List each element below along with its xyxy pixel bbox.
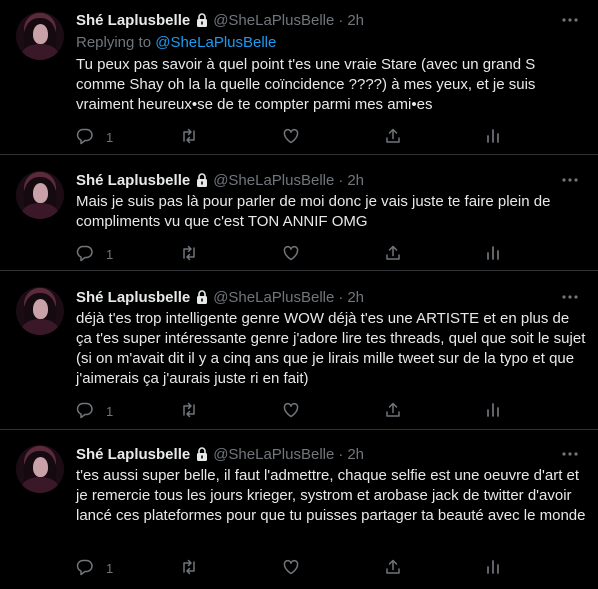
reply-mention-link[interactable]: @SheLaPlusBelle xyxy=(155,34,276,51)
reply-count: 1 xyxy=(106,129,114,145)
reply-button[interactable]: 1 xyxy=(76,401,113,421)
share-icon xyxy=(384,127,402,148)
display-name[interactable]: Shé Laplusbelle xyxy=(76,12,190,29)
retweet-icon xyxy=(180,127,198,148)
analytics-icon xyxy=(484,558,502,579)
tweet-text: Tu peux pas savoir à quel point t'es une… xyxy=(76,56,540,113)
display-name[interactable]: Shé Laplusbelle xyxy=(76,289,190,306)
analytics-icon xyxy=(484,244,502,265)
separator-dot: · xyxy=(338,171,344,189)
retweet-button[interactable] xyxy=(180,127,198,147)
analytics-icon xyxy=(484,127,502,148)
like-icon xyxy=(282,558,300,579)
more-icon[interactable] xyxy=(560,287,580,307)
share-button[interactable] xyxy=(384,244,402,264)
tweet-actions: 1 xyxy=(76,558,506,578)
tweet[interactable]: Shé Laplusbelle @SheLaPlusBelle · 2h Rep… xyxy=(0,0,598,155)
analytics-button[interactable] xyxy=(484,401,502,421)
reply-button[interactable]: 1 xyxy=(76,558,113,578)
like-button[interactable] xyxy=(282,558,300,578)
reply-button[interactable]: 1 xyxy=(76,127,113,147)
analytics-icon xyxy=(484,401,502,422)
tweet-header: Shé Laplusbelle @SheLaPlusBelle · 2h xyxy=(76,10,364,30)
replying-label: Replying to xyxy=(76,34,156,51)
share-icon xyxy=(384,558,402,579)
reply-icon xyxy=(76,558,94,579)
tweet[interactable]: Shé Laplusbelle @SheLaPlusBelle · 2h Mai… xyxy=(0,155,598,271)
timestamp[interactable]: 2h xyxy=(347,289,364,306)
analytics-button[interactable] xyxy=(484,127,502,147)
like-icon xyxy=(282,127,300,148)
more-icon[interactable] xyxy=(560,444,580,464)
tweet-actions: 1 xyxy=(76,127,506,147)
like-button[interactable] xyxy=(282,244,300,264)
share-button[interactable] xyxy=(384,401,402,421)
retweet-icon xyxy=(180,558,198,579)
handle[interactable]: @SheLaPlusBelle xyxy=(213,446,334,463)
retweet-icon xyxy=(180,244,198,265)
separator-dot: · xyxy=(338,11,344,29)
display-name[interactable]: Shé Laplusbelle xyxy=(76,172,190,189)
reply-icon xyxy=(76,127,94,148)
reply-icon xyxy=(76,401,94,422)
like-button[interactable] xyxy=(282,127,300,147)
lock-icon xyxy=(194,446,210,462)
handle[interactable]: @SheLaPlusBelle xyxy=(213,172,334,189)
tweet[interactable]: Shé Laplusbelle @SheLaPlusBelle · 2h t'e… xyxy=(0,430,598,589)
avatar[interactable] xyxy=(16,287,64,335)
more-icon[interactable] xyxy=(560,170,580,190)
handle[interactable]: @SheLaPlusBelle xyxy=(213,289,334,306)
reply-count: 1 xyxy=(106,560,114,576)
tweet-text: t'es aussi super belle, il faut l'admett… xyxy=(76,467,586,524)
tweet-text: Mais je suis pas là pour parler de moi d… xyxy=(76,193,555,230)
tweet-actions: 1 xyxy=(76,244,506,264)
reply-icon xyxy=(76,244,94,265)
retweet-icon xyxy=(180,401,198,422)
separator-dot: · xyxy=(338,288,344,306)
share-icon xyxy=(384,401,402,422)
analytics-button[interactable] xyxy=(484,244,502,264)
display-name[interactable]: Shé Laplusbelle xyxy=(76,446,190,463)
tweet[interactable]: Shé Laplusbelle @SheLaPlusBelle · 2h déj… xyxy=(0,271,598,430)
more-icon[interactable] xyxy=(560,10,580,30)
timestamp[interactable]: 2h xyxy=(347,172,364,189)
share-button[interactable] xyxy=(384,558,402,578)
tweet-thread: Shé Laplusbelle @SheLaPlusBelle · 2h Rep… xyxy=(0,0,598,589)
retweet-button[interactable] xyxy=(180,558,198,578)
separator-dot: · xyxy=(338,445,344,463)
share-button[interactable] xyxy=(384,127,402,147)
tweet-header: Shé Laplusbelle @SheLaPlusBelle · 2h xyxy=(76,444,364,464)
like-icon xyxy=(282,244,300,265)
retweet-button[interactable] xyxy=(180,401,198,421)
analytics-button[interactable] xyxy=(484,558,502,578)
reply-count: 1 xyxy=(106,403,114,419)
like-button[interactable] xyxy=(282,401,300,421)
reply-count: 1 xyxy=(106,246,114,262)
like-icon xyxy=(282,401,300,422)
avatar[interactable] xyxy=(16,445,64,493)
tweet-actions: 1 xyxy=(76,401,506,421)
timestamp[interactable]: 2h xyxy=(347,12,364,29)
retweet-button[interactable] xyxy=(180,244,198,264)
tweet-header: Shé Laplusbelle @SheLaPlusBelle · 2h xyxy=(76,287,364,307)
tweet-text: déjà t'es trop intelligente genre WOW dé… xyxy=(76,310,590,387)
timestamp[interactable]: 2h xyxy=(347,446,364,463)
reply-button[interactable]: 1 xyxy=(76,244,113,264)
share-icon xyxy=(384,244,402,265)
tweet-header: Shé Laplusbelle @SheLaPlusBelle · 2h xyxy=(76,170,364,190)
lock-icon xyxy=(194,172,210,188)
lock-icon xyxy=(194,12,210,28)
replying-to: Replying to @SheLaPlusBelle xyxy=(76,34,276,51)
avatar[interactable] xyxy=(16,12,64,60)
lock-icon xyxy=(194,289,210,305)
avatar[interactable] xyxy=(16,171,64,219)
handle[interactable]: @SheLaPlusBelle xyxy=(213,12,334,29)
